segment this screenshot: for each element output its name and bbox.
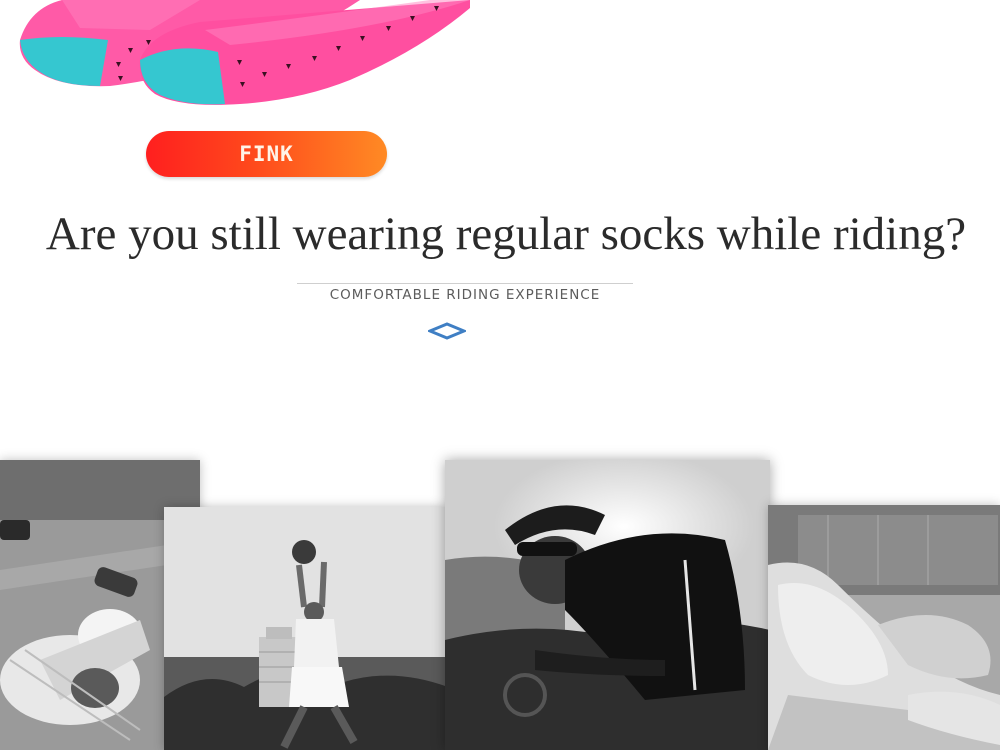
color-badge: FINK [146,131,387,177]
cyclist-photo [445,460,770,750]
pink-cycling-socks-image [19,0,470,105]
subtitle-divider [297,283,633,284]
basketball-player-photo [164,507,448,750]
foot-massage-photo [768,505,1000,750]
subtitle: COMFORTABLE RIDING EXPERIENCE [329,287,601,303]
color-badge-label: FINK [239,142,294,166]
diamond-outline-icon [428,322,466,340]
headline: Are you still wearing regular socks whil… [45,208,967,260]
